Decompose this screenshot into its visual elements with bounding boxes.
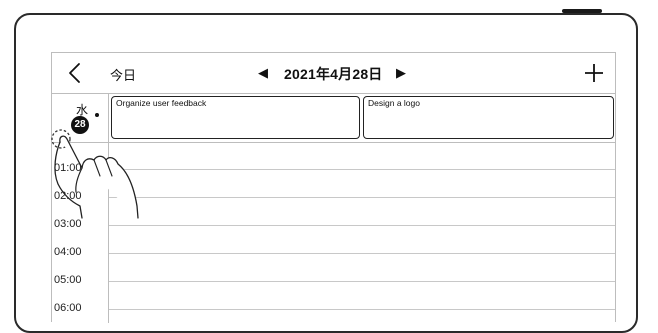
event-indicator-dot xyxy=(95,113,99,117)
hour-line xyxy=(109,197,615,198)
device-power-button[interactable] xyxy=(562,9,602,13)
event-title: Organize user feedback xyxy=(116,98,207,108)
back-chevron-icon[interactable] xyxy=(64,59,86,87)
hour-row: 04:00 xyxy=(52,246,615,258)
hour-row: 05:00 xyxy=(52,274,615,286)
all-day-row: 水 28 Organize user feedback Design a log… xyxy=(52,94,615,143)
today-button[interactable]: 今日 xyxy=(110,65,136,84)
next-day-button[interactable]: ▶ xyxy=(396,65,406,81)
hour-row: 06:00 xyxy=(52,302,615,314)
calendar-screen: 今日 ◀ 2021年4月28日 ▶ 水 28 Organize user fee… xyxy=(51,52,616,323)
event-card[interactable]: Design a logo xyxy=(363,96,614,139)
hour-row: 03:00 xyxy=(52,218,615,230)
hour-line xyxy=(109,281,615,282)
previous-day-button[interactable]: ◀ xyxy=(258,65,268,81)
day-number-badge[interactable]: 28 xyxy=(71,116,89,134)
day-header[interactable]: 水 28 xyxy=(52,94,109,142)
hour-label: 06:00 xyxy=(54,302,82,314)
plus-icon[interactable] xyxy=(582,61,606,85)
hour-label: 04:00 xyxy=(54,246,82,258)
hour-label: 03:00 xyxy=(54,218,82,230)
time-column-divider xyxy=(108,143,109,323)
hour-row: 02:00 xyxy=(52,190,615,202)
event-title: Design a logo xyxy=(368,98,420,108)
hour-line xyxy=(109,253,615,254)
calendar-header: 今日 ◀ 2021年4月28日 ▶ xyxy=(52,53,615,94)
hour-line xyxy=(109,169,615,170)
hour-line xyxy=(109,309,615,310)
hour-label: 02:00 xyxy=(54,190,82,202)
hour-line xyxy=(109,225,615,226)
date-title: 2021年4月28日 xyxy=(284,66,383,82)
hour-label: 01:00 xyxy=(54,162,82,174)
hour-row: 01:00 xyxy=(52,162,615,174)
hour-label: 05:00 xyxy=(54,274,82,286)
hour-grid[interactable]: 01:00 02:00 03:00 04:00 05:00 06:00 xyxy=(52,143,615,323)
event-card[interactable]: Organize user feedback xyxy=(111,96,360,139)
